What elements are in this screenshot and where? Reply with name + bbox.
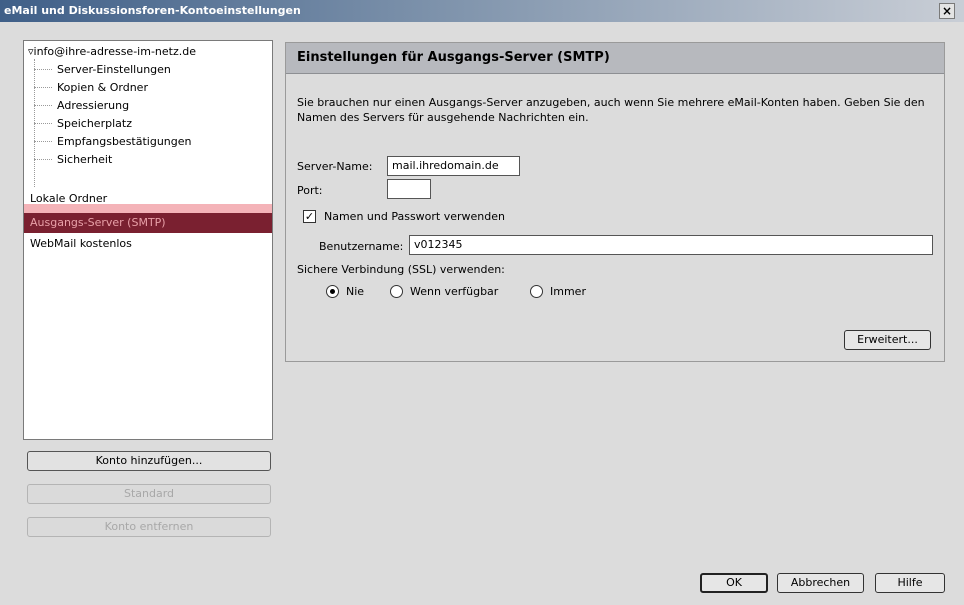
tree-item-webmail[interactable]: WebMail kostenlos bbox=[30, 235, 132, 252]
ok-button[interactable]: OK bbox=[700, 573, 768, 593]
tree-item-security[interactable]: Sicherheit bbox=[34, 151, 112, 168]
set-default-button[interactable]: Standard bbox=[27, 484, 271, 504]
tree-item-copies-folders[interactable]: Kopien & Ordner bbox=[34, 79, 148, 96]
add-account-button[interactable]: Konto hinzufügen... bbox=[27, 451, 271, 471]
help-button[interactable]: Hilfe bbox=[875, 573, 945, 593]
account-tree[interactable]: ▿info@ihre-adresse-im-netz.de Server-Ein… bbox=[23, 40, 273, 440]
remove-account-button[interactable]: Konto entfernen bbox=[27, 517, 271, 537]
server-name-label: Server-Name: bbox=[297, 160, 373, 173]
port-label: Port: bbox=[297, 184, 323, 197]
window-title: eMail und Diskussionsforen-Kontoeinstell… bbox=[4, 4, 301, 17]
close-button[interactable]: × bbox=[939, 3, 955, 19]
cancel-button[interactable]: Abbrechen bbox=[777, 573, 864, 593]
panel-description: Sie brauchen nur einen Ausgangs-Server a… bbox=[297, 96, 925, 124]
tree-item-server-settings[interactable]: Server-Einstellungen bbox=[34, 61, 171, 78]
panel-header: Einstellungen für Ausgangs-Server (SMTP) bbox=[286, 43, 944, 74]
tree-item-storage[interactable]: Speicherplatz bbox=[34, 115, 132, 132]
ssl-option-never-label: Nie bbox=[346, 285, 365, 298]
username-label: Benutzername: bbox=[319, 240, 404, 253]
advanced-button[interactable]: Erweitert... bbox=[844, 330, 931, 350]
ssl-option-if-available-label: Wenn verfügbar bbox=[410, 285, 499, 298]
auth-checkbox-label: Namen und Passwort verwenden bbox=[324, 210, 506, 223]
title-bar: eMail und Diskussionsforen-Kontoeinstell… bbox=[0, 0, 964, 22]
ssl-label: Sichere Verbindung (SSL) verwenden: bbox=[297, 263, 505, 276]
ssl-option-always-label: Immer bbox=[550, 285, 586, 298]
auth-checkbox[interactable]: ✓ bbox=[303, 210, 316, 223]
tree-item-smtp[interactable]: Ausgangs-Server (SMTP) bbox=[24, 213, 272, 233]
ssl-radio-never[interactable] bbox=[326, 285, 339, 298]
smtp-settings-panel: Einstellungen für Ausgangs-Server (SMTP)… bbox=[285, 42, 945, 362]
ssl-radio-if-available[interactable] bbox=[390, 285, 403, 298]
tree-item-addressing[interactable]: Adressierung bbox=[34, 97, 129, 114]
port-field[interactable] bbox=[387, 179, 431, 199]
account-settings-dialog: eMail und Diskussionsforen-Kontoeinstell… bbox=[0, 0, 964, 605]
tree-item-local-folders[interactable]: Lokale Ordner bbox=[30, 190, 107, 207]
tree-item-receipts[interactable]: Empfangsbestätigungen bbox=[34, 133, 192, 150]
server-name-field[interactable]: mail.ihredomain.de bbox=[387, 156, 520, 176]
ssl-radio-always[interactable] bbox=[530, 285, 543, 298]
panel-title: Einstellungen für Ausgangs-Server (SMTP) bbox=[297, 50, 610, 65]
username-field[interactable]: v012345 bbox=[409, 235, 933, 255]
tree-item-account[interactable]: ▿info@ihre-adresse-im-netz.de bbox=[28, 43, 196, 60]
